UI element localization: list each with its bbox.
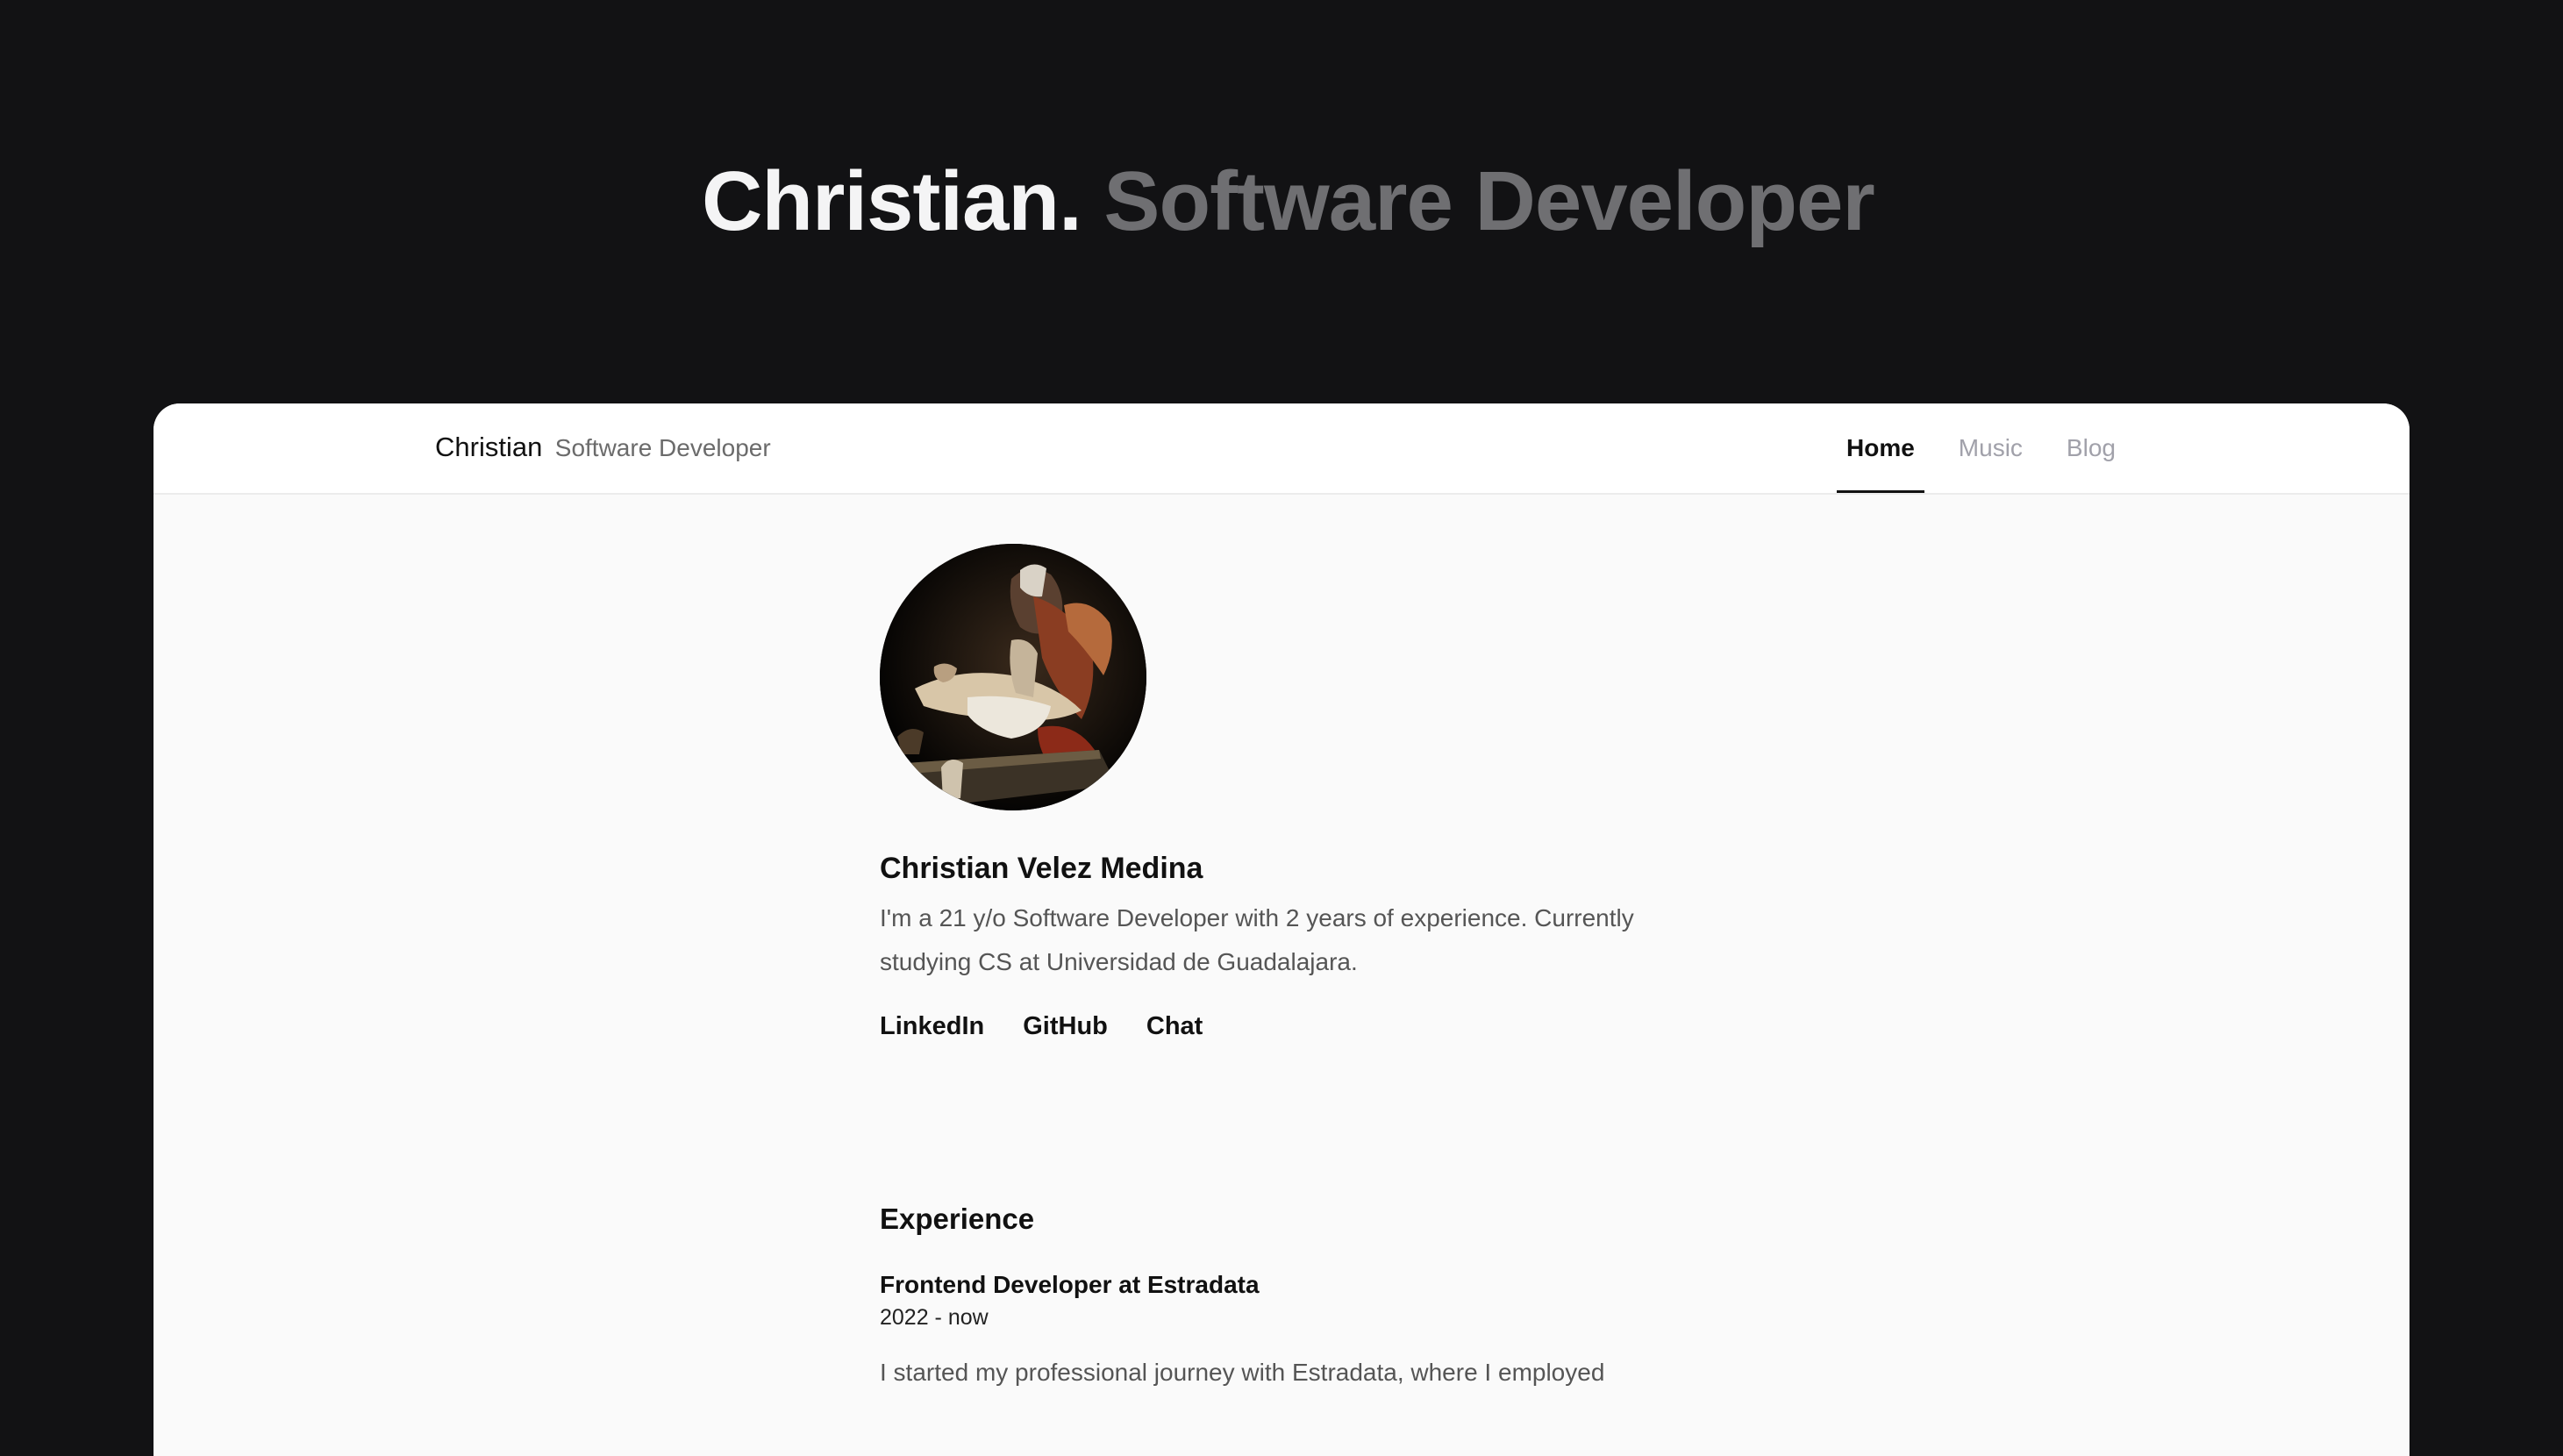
main-content: Christian Velez Medina I'm a 21 y/o Soft… (880, 544, 1722, 1395)
experience-item: Frontend Developer at Estradata 2022 - n… (880, 1268, 1722, 1395)
experience-heading: Experience (880, 1203, 1035, 1235)
github-link[interactable]: GitHub (1023, 1009, 1108, 1044)
brand-name: Christian (435, 432, 543, 462)
nav-item-blog[interactable]: Blog (2057, 403, 2125, 493)
avatar-painting-image (880, 544, 1146, 810)
profile-bio: I'm a 21 y/o Software Developer with 2 y… (880, 904, 1634, 975)
hero-role: Software Developer (1103, 154, 1874, 248)
brand[interactable]: Christian Software Developer (435, 430, 771, 470)
browser-window: Christian Software Developer Home Music … (153, 403, 2410, 1456)
nav-item-music[interactable]: Music (1949, 403, 2032, 493)
nav-item-home[interactable]: Home (1837, 403, 1924, 493)
social-links: LinkedIn GitHub Chat (880, 1009, 1722, 1044)
linkedin-link[interactable]: LinkedIn (880, 1009, 984, 1044)
profile-name: Christian Velez Medina (880, 852, 1203, 885)
job-description: I started my professional journey with E… (880, 1359, 1605, 1386)
main-nav: Home Music Blog (1824, 403, 2138, 493)
hero-section: Christian. Software Developer (0, 0, 2563, 403)
avatar (880, 544, 1146, 810)
chat-link[interactable]: Chat (1146, 1009, 1203, 1044)
job-title: Frontend Developer at Estradata (880, 1271, 1260, 1298)
brand-role: Software Developer (554, 434, 771, 461)
hero-title: Christian. Software Developer (702, 149, 1875, 254)
job-dates: 2022 - now (880, 1305, 989, 1330)
hero-name: Christian. (702, 154, 1082, 248)
navbar: Christian Software Developer Home Music … (153, 403, 2410, 495)
